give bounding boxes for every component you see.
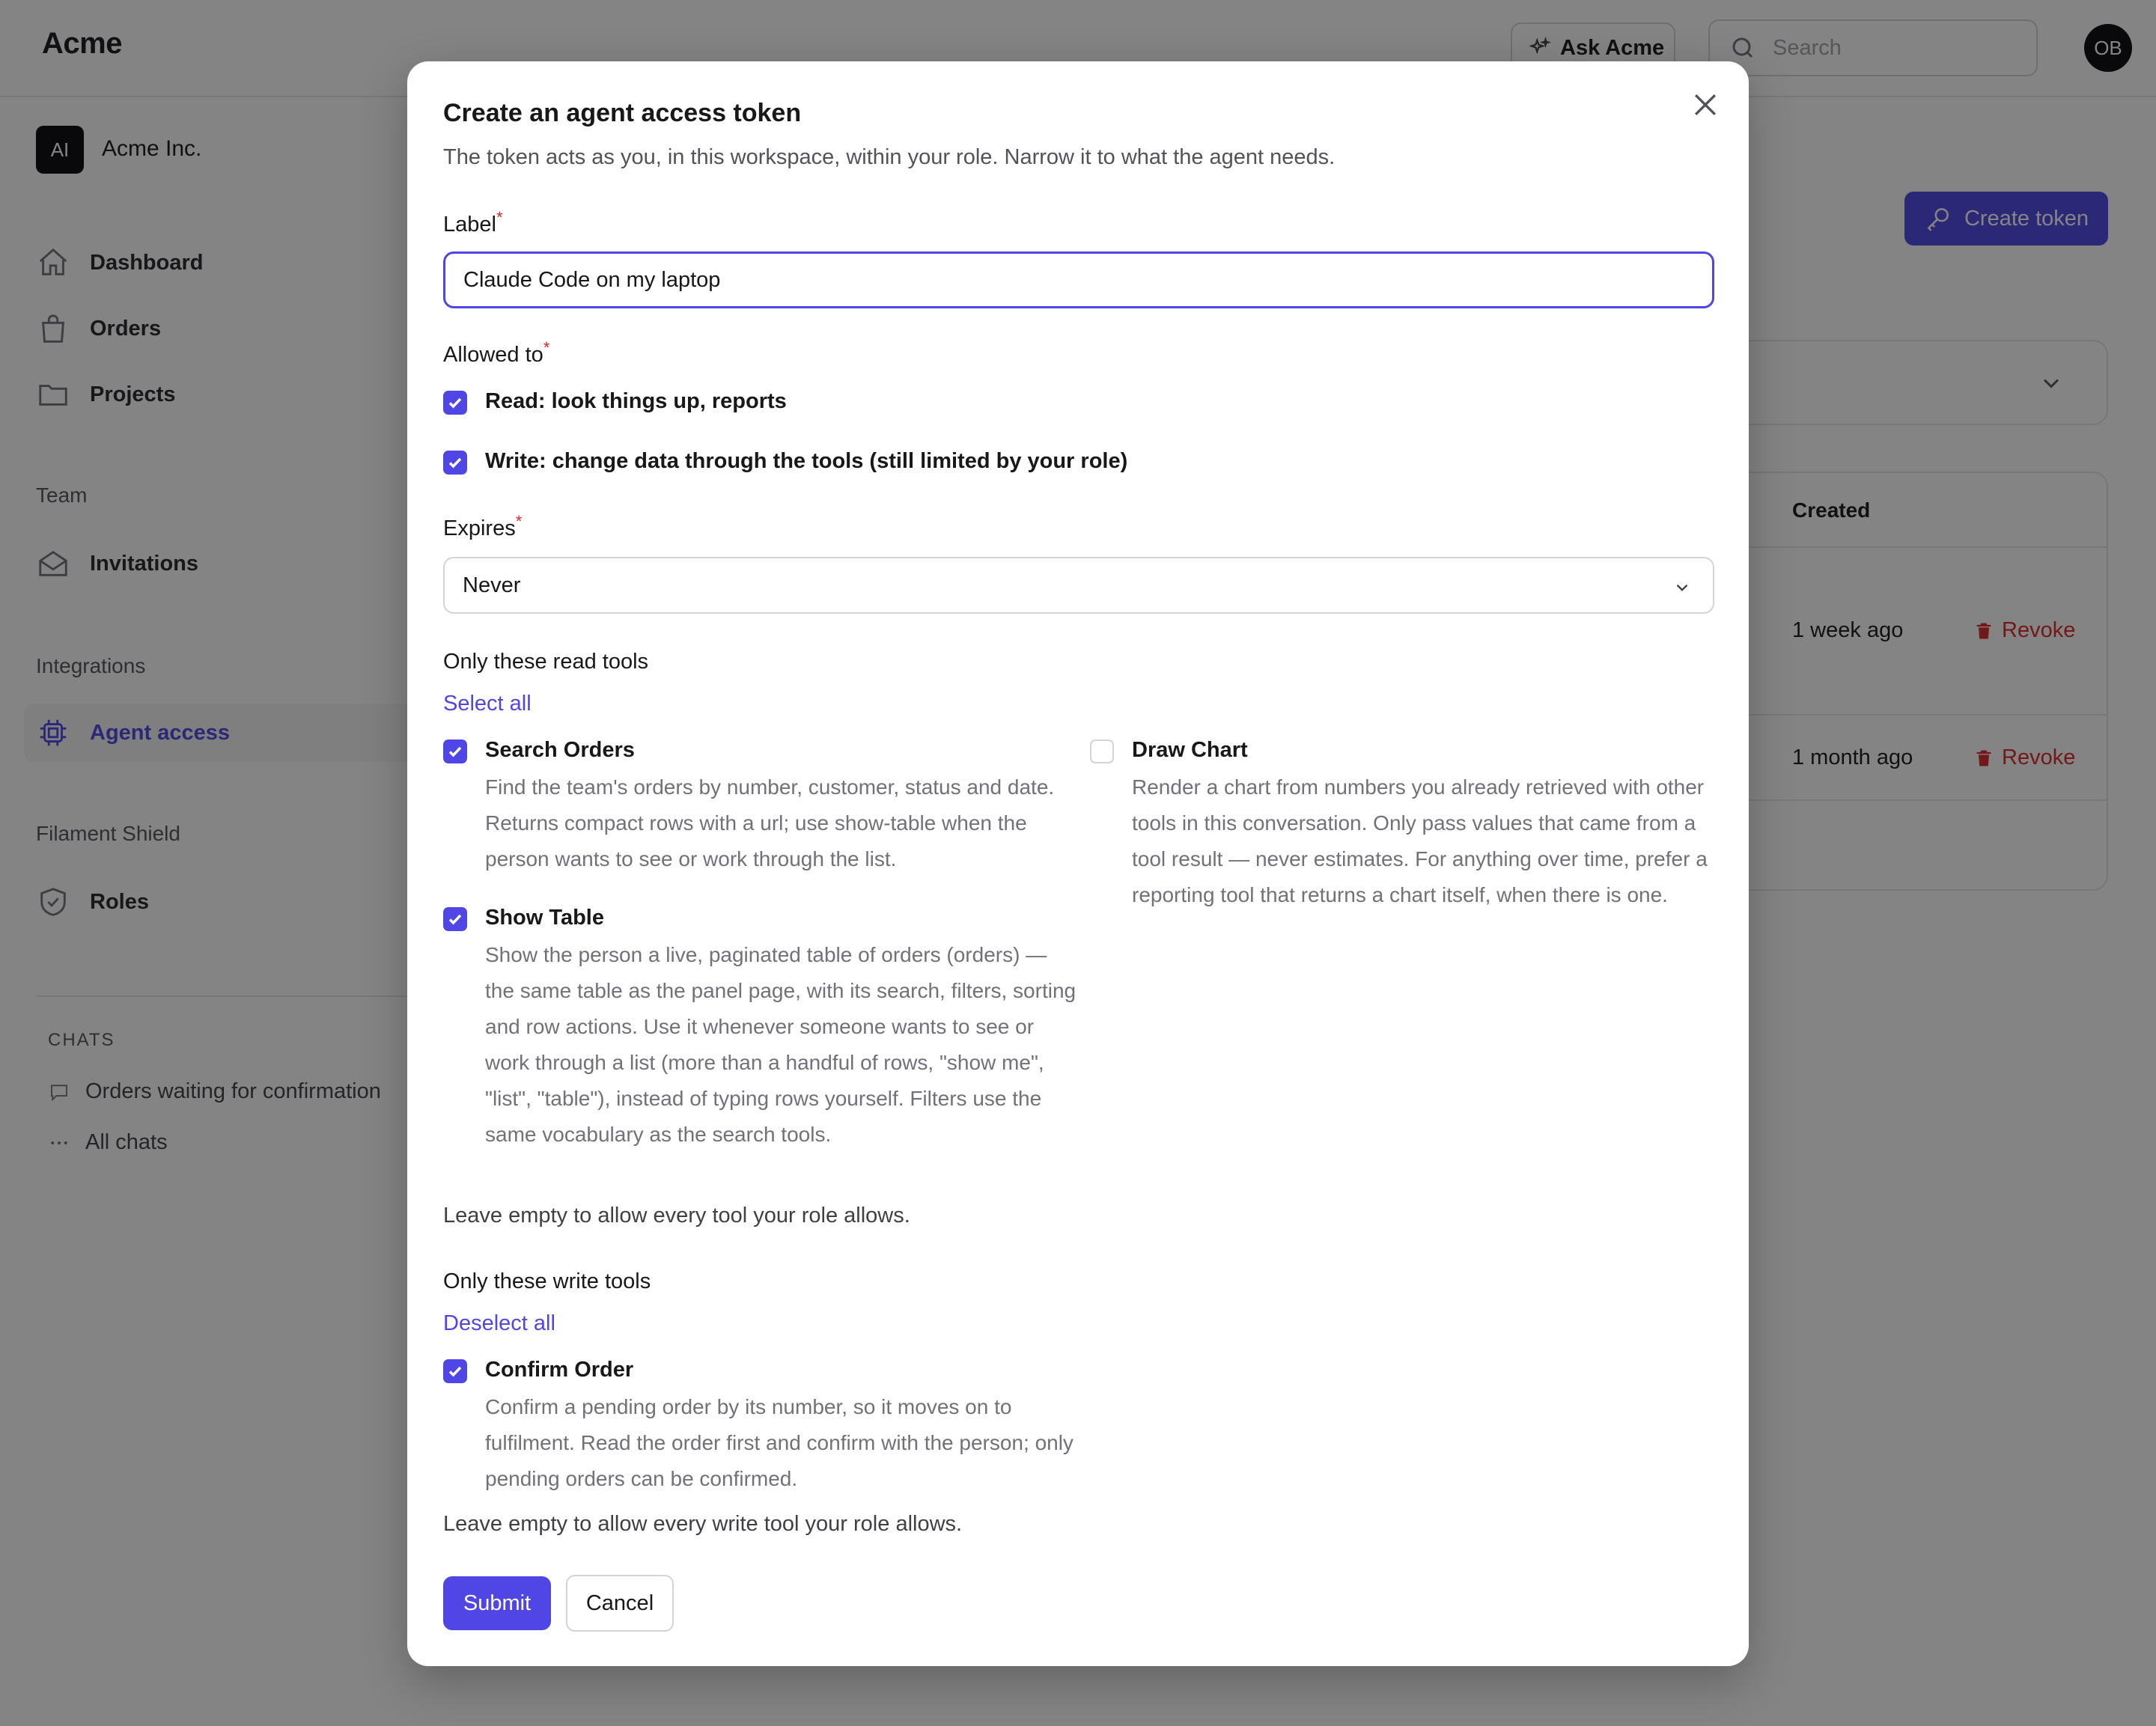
write-tools-heading: Only these write tools bbox=[443, 1269, 651, 1293]
write-permission-checkbox[interactable] bbox=[443, 451, 467, 475]
select-all-read-tools-link[interactable]: Select all bbox=[443, 692, 532, 716]
show-table-title[interactable]: Show Table bbox=[485, 906, 604, 930]
draw-chart-description: Render a chart from numbers you already … bbox=[1132, 775, 1708, 906]
check-icon bbox=[448, 1366, 462, 1377]
create-token-modal: Create an agent access token The token a… bbox=[407, 61, 1749, 1666]
required-marker: * bbox=[496, 208, 503, 227]
cancel-button[interactable]: Cancel bbox=[566, 1575, 674, 1632]
show-table-description: Show the person a live, paginated table … bbox=[485, 943, 1077, 1146]
read-tools-heading: Only these read tools bbox=[443, 650, 649, 674]
search-orders-description: Find the team's orders by number, custom… bbox=[485, 775, 1055, 870]
check-icon bbox=[448, 457, 462, 469]
confirm-order-title[interactable]: Confirm Order bbox=[485, 1358, 633, 1382]
field-label-text: Label bbox=[443, 213, 496, 237]
confirm-order-description: Confirm a pending order by its number, s… bbox=[485, 1395, 1074, 1490]
required-marker: * bbox=[515, 512, 523, 531]
read-permission-checkbox[interactable] bbox=[443, 391, 467, 415]
write-permission-label[interactable]: Write: change data through the tools (st… bbox=[485, 449, 1127, 474]
search-orders-checkbox[interactable] bbox=[443, 740, 467, 763]
write-tools-hint: Leave empty to allow every write tool yo… bbox=[443, 1512, 963, 1536]
modal-description: The token acts as you, in this workspace… bbox=[443, 145, 1336, 169]
check-icon bbox=[448, 914, 462, 925]
field-label-text: Allowed to bbox=[443, 343, 543, 367]
draw-chart-checkbox[interactable] bbox=[1090, 740, 1114, 763]
read-permission-label[interactable]: Read: look things up, reports bbox=[485, 389, 787, 414]
expires-select[interactable]: Never bbox=[443, 557, 1714, 614]
required-marker: * bbox=[543, 338, 550, 357]
search-orders-title[interactable]: Search Orders bbox=[485, 738, 635, 763]
app-shell: Acme Ask Acme Search OB AI Acme Inc. Das… bbox=[0, 0, 2156, 1726]
check-icon bbox=[448, 746, 462, 757]
expires-label: Expires* bbox=[443, 512, 522, 541]
label-field-label: Label* bbox=[443, 208, 503, 237]
check-icon bbox=[448, 397, 462, 409]
submit-button[interactable]: Submit bbox=[443, 1576, 551, 1630]
draw-chart-title[interactable]: Draw Chart bbox=[1132, 738, 1248, 763]
confirm-order-checkbox[interactable] bbox=[443, 1359, 467, 1383]
show-table-checkbox[interactable] bbox=[443, 907, 467, 931]
close-icon[interactable] bbox=[1689, 88, 1722, 121]
allowed-to-label: Allowed to* bbox=[443, 338, 549, 368]
modal-title: Create an agent access token bbox=[443, 99, 802, 127]
field-label-text: Expires bbox=[443, 516, 516, 540]
chevron-down-icon bbox=[1676, 584, 1688, 591]
deselect-all-write-tools-link[interactable]: Deselect all bbox=[443, 1311, 555, 1336]
expires-value: Never bbox=[463, 573, 521, 597]
read-tools-hint: Leave empty to allow every tool your rol… bbox=[443, 1204, 910, 1228]
label-input[interactable] bbox=[443, 251, 1714, 308]
